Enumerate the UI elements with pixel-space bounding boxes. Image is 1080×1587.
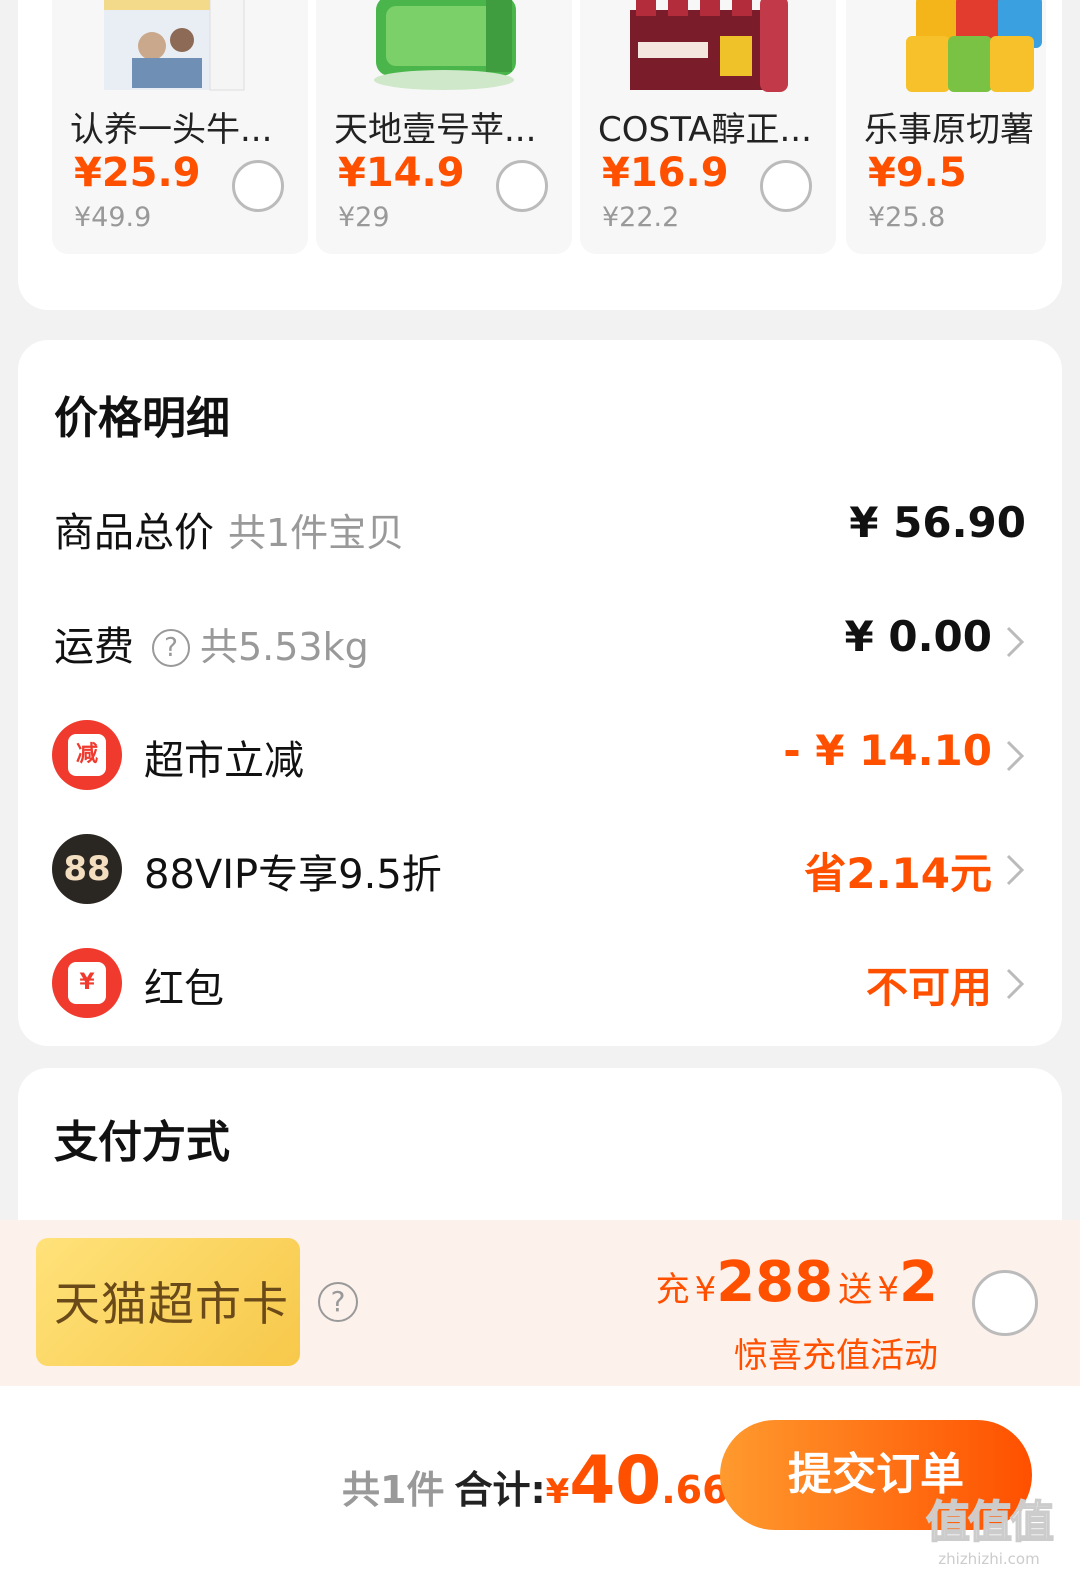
shipping-value: ¥ 0.00 (844, 612, 992, 661)
help-icon[interactable]: ? (152, 629, 190, 667)
product-card[interactable]: 认养一头牛... ¥25.9 ¥49.9 (52, 0, 308, 254)
red-packet-row[interactable]: ¥ 红包 不可用 (18, 944, 1062, 1024)
product-price: ¥14.9 (338, 150, 465, 196)
chevron-right-icon (1006, 740, 1025, 772)
gift-amount: 2 (899, 1250, 938, 1315)
price-detail-card: 价格明细 商品总价 共1件宝贝 ¥ 56.90 运费? 共5.53kg ¥ 0.00… (18, 340, 1062, 1046)
red-packet-value: 不可用 (865, 963, 992, 1012)
total-label: 合计: (454, 1468, 546, 1512)
product-original-price: ¥29 (338, 202, 390, 233)
select-radio[interactable] (760, 160, 812, 212)
product-price: ¥16.9 (602, 150, 729, 196)
vip-discount-label: 88VIP专享9.5折 (144, 852, 442, 898)
product-image (104, 0, 245, 91)
total-amount: 40 (569, 1442, 662, 1519)
select-radio[interactable] (972, 1270, 1038, 1336)
vip-discount-row[interactable]: 88 88VIP专享9.5折 省2.14元 (18, 830, 1062, 910)
goods-count: 共1件宝贝 (228, 511, 405, 555)
product-image (374, 0, 516, 90)
tmall-card-logo: 天猫超市卡 (36, 1238, 300, 1366)
select-radio[interactable] (232, 160, 284, 212)
discount-badge-icon: 减 (52, 720, 122, 790)
bottom-bar: 共1件 合计:¥40.66 提交订单 值值值 zhizhizhi.com (0, 1386, 1080, 1587)
shipping-row[interactable]: 运费? 共5.53kg ¥ 0.00 (18, 602, 1062, 682)
recharge-offer: 充 ¥288 送 ¥2 (655, 1250, 938, 1315)
chevron-right-icon (1006, 854, 1025, 886)
product-image (630, 0, 788, 92)
market-discount-row[interactable]: 减 超市立减 - ¥ 14.10 (18, 716, 1062, 796)
product-image (906, 0, 1042, 92)
red-packet-label: 红包 (144, 966, 224, 1012)
help-icon[interactable]: ? (318, 1282, 358, 1322)
product-name: 乐事原切薯 (864, 110, 1034, 150)
product-price: ¥25.9 (74, 150, 201, 196)
product-card[interactable]: 天地壹号苹... ¥14.9 ¥29 (316, 0, 572, 254)
shipping-weight: 共5.53kg (200, 625, 369, 669)
chevron-right-icon (1006, 626, 1025, 658)
red-packet-icon: ¥ (52, 948, 122, 1018)
product-name: 天地壹号苹... (334, 110, 537, 150)
tmall-card-promo[interactable]: 天猫超市卡 ? 充 ¥288 送 ¥2 惊喜充值活动 (0, 1220, 1080, 1386)
product-original-price: ¥49.9 (74, 202, 152, 233)
promo-note: 惊喜充值活动 (734, 1336, 938, 1376)
goods-total-value: ¥ 56.90 (849, 498, 1026, 547)
product-original-price: ¥22.2 (602, 202, 680, 233)
item-count: 共1件 (342, 1468, 445, 1512)
goods-total-row: 商品总价 共1件宝贝 ¥ 56.90 (18, 488, 1062, 568)
recharge-amount: 288 (716, 1250, 834, 1315)
vip-discount-value: 省2.14元 (804, 849, 992, 898)
select-radio[interactable] (496, 160, 548, 212)
market-discount-value: - ¥ 14.10 (783, 726, 992, 775)
recommendation-card: 认养一头牛... ¥25.9 ¥49.9 天地壹号苹... ¥14.9 ¥29 … (18, 0, 1062, 310)
product-price: ¥9.5 (868, 150, 967, 196)
order-total: 共1件 合计:¥40.66 (342, 1442, 729, 1519)
product-card[interactable]: 乐事原切薯 ¥9.5 ¥25.8 (846, 0, 1046, 254)
chevron-right-icon (1006, 968, 1025, 1000)
product-name: 认养一头牛... (70, 110, 273, 150)
vip-badge-icon: 88 (52, 834, 122, 904)
product-name: COSTA醇正... (598, 110, 812, 150)
goods-total-label: 商品总价 (54, 510, 214, 556)
product-original-price: ¥25.8 (868, 202, 946, 233)
section-title: 支付方式 (54, 1117, 230, 1168)
section-title: 价格明细 (54, 393, 230, 444)
shipping-label: 运费 (54, 624, 134, 670)
product-card[interactable]: COSTA醇正... ¥16.9 ¥22.2 (580, 0, 836, 254)
watermark: 值值值 zhizhizhi.com (925, 1496, 1055, 1568)
market-discount-label: 超市立减 (144, 738, 304, 784)
